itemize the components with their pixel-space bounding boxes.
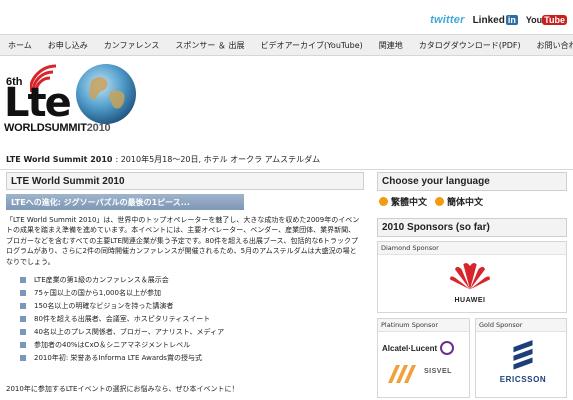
- huawei-petals-icon: [450, 263, 490, 290]
- language-title: Choose your language: [377, 172, 567, 191]
- list-item-text: 参加者の40%はCxO＆シニアマネジメントレベル: [34, 341, 191, 350]
- nav-register[interactable]: お申し込み: [40, 40, 96, 51]
- youtube-tube: Tube: [542, 15, 567, 25]
- alcatel-lucent-logo[interactable]: Alcatel·Lucent: [382, 341, 455, 355]
- list-item-text: 40名以上のプレス関係者、ブロガー、アナリスト、メディア: [34, 327, 225, 336]
- bullet-icon: [20, 289, 26, 296]
- logo-world: WORLDSUMMIT: [4, 122, 87, 134]
- intro-paragraph: 「LTE World Summit 2010」は、世界中のトップオペレーターを魅…: [6, 216, 360, 266]
- event-info: LTE World Summit 2010 : 2010年5月18〜20日, ホ…: [0, 150, 573, 170]
- sponsors-title: 2010 Sponsors (so far): [377, 218, 567, 237]
- bullet-icon: [20, 276, 26, 283]
- list-item: 80件を超える出展者、会議室、ホスピタリティスイート: [20, 312, 364, 325]
- logo-worldsummit: WORLDSUMMIT2010: [4, 122, 111, 134]
- list-item-text: LTE産業の第1級のカンファレンス＆展示会: [34, 275, 169, 284]
- list-item: 参加者の40%はCxO＆シニアマネジメントレベル: [20, 339, 364, 352]
- list-item-text: 2010年初: 栄誉あるInforma LTE Awards賞の授与式: [34, 354, 202, 363]
- bullet-icon: [20, 315, 26, 322]
- list-item: 2010年初: 栄誉あるInforma LTE Awards賞の授与式: [20, 352, 364, 365]
- diamond-sponsor-label: Diamond Sponsor: [378, 242, 566, 255]
- alcatel-name: Alcatel·Lucent: [382, 343, 438, 353]
- main-nav: ホーム お申し込み カンファレンス スポンサー ＆ 出展 ビデオアーカイブ(Yo…: [0, 34, 573, 56]
- list-item-text: 80件を超える出展者、会議室、ホスピタリティスイート: [34, 314, 211, 323]
- bullet-icon: [20, 355, 26, 362]
- nav-conference[interactable]: カンファレンス: [96, 40, 168, 51]
- social-links: twitter Linked in You Tube: [430, 10, 567, 30]
- lang-label: 繁體中文: [391, 197, 428, 208]
- linkedin-text: Linked: [472, 14, 505, 26]
- gold-sponsor-label: Gold Sponsor: [476, 319, 566, 332]
- youtube-link[interactable]: You Tube: [526, 15, 567, 25]
- list-item-text: 150名以上の明確なビジョンを持った講演者: [34, 301, 174, 310]
- diamond-sponsor-box: Diamond Sponsor HUAWEI: [377, 241, 567, 313]
- orange-dot-icon: [435, 196, 445, 206]
- list-item-text: 75ヶ国以上の国から1,000名以上が参加: [34, 288, 161, 297]
- section-subtitle: LTEへの進化: ジグソーパズルの最後の1ピース...: [6, 194, 244, 210]
- sponsor-row: Platinum Sponsor Alcatel·Lucent SISVEL G…: [377, 318, 567, 398]
- linkedin-in-icon: in: [505, 15, 518, 25]
- lang-simplified-chinese[interactable]: 簡体中文: [435, 195, 483, 208]
- nav-video-archive[interactable]: ビデオアーカイブ(YouTube): [252, 40, 370, 51]
- call-to-action: 2010年に参加するLTEイベントの選択にお悩みなら、ぜひ本イベントに！: [6, 385, 239, 393]
- ericsson-bars-icon: [513, 340, 533, 370]
- page-title: LTE World Summit 2010: [6, 172, 364, 190]
- nav-related[interactable]: 関連地: [371, 40, 411, 51]
- nav-contact[interactable]: お問い合わせ: [529, 40, 573, 51]
- event-details: : 2010年5月18〜20日, ホテル オークラ アムステルダム: [115, 155, 321, 164]
- gold-sponsor-box: Gold Sponsor ERICSSON: [475, 318, 567, 398]
- platinum-sponsor-label: Platinum Sponsor: [378, 319, 469, 332]
- huawei-logo[interactable]: HUAWEI: [440, 259, 500, 311]
- list-item: LTE産業の第1級のカンファレンス＆展示会: [20, 273, 364, 286]
- youtube-you: You: [525, 15, 543, 25]
- youtube-logo: You Tube: [526, 15, 567, 25]
- platinum-sponsor-box: Platinum Sponsor Alcatel·Lucent SISVEL: [377, 318, 470, 398]
- language-options: 繁體中文 簡体中文: [377, 191, 567, 211]
- sidebar: Choose your language 繁體中文 簡体中文 2010 Spon…: [377, 172, 567, 400]
- lang-label: 簡体中文: [447, 197, 484, 208]
- logo-lte: Lte: [4, 80, 72, 126]
- list-item: 150名以上の明確なビジョンを持った講演者: [20, 299, 364, 312]
- linkedin-link[interactable]: Linked in: [473, 15, 518, 26]
- bullet-icon: [20, 302, 26, 309]
- lang-traditional-chinese[interactable]: 繁體中文: [379, 195, 427, 208]
- huawei-name: HUAWEI: [454, 297, 486, 304]
- globe-icon: [76, 64, 136, 124]
- highlights-list: LTE産業の第1級のカンファレンス＆展示会 75ヶ国以上の国から1,000名以上…: [6, 273, 364, 365]
- nav-sponsors[interactable]: スポンサー ＆ 出展: [167, 40, 252, 51]
- sisvel-logo[interactable]: SISVEL: [424, 368, 452, 375]
- bullet-icon: [20, 328, 26, 335]
- bullet-icon: [20, 342, 26, 349]
- event-name: LTE World Summit 2010: [6, 155, 113, 164]
- sisvel-stripes-icon: [388, 365, 416, 383]
- ericsson-name: ERICSSON: [499, 375, 547, 384]
- orange-dot-icon: [379, 196, 388, 206]
- twitter-link[interactable]: twitter: [430, 14, 464, 26]
- logo-year: 2010: [86, 122, 111, 134]
- nav-catalog-download[interactable]: カタログダウンロード(PDF): [411, 40, 529, 51]
- alcatel-ring-icon: [440, 341, 455, 355]
- list-item: 40名以上のプレス関係者、ブロガー、アナリスト、メディア: [20, 325, 364, 338]
- nav-home[interactable]: ホーム: [0, 40, 40, 51]
- ericsson-logo[interactable]: ERICSSON: [488, 337, 558, 395]
- list-item: 75ヶ国以上の国から1,000名以上が参加: [20, 286, 364, 299]
- main-content: LTE World Summit 2010 LTEへの進化: ジグソーパズルの最…: [6, 172, 364, 400]
- site-logo[interactable]: 6th Lte WORLDSUMMIT2010: [4, 62, 139, 140]
